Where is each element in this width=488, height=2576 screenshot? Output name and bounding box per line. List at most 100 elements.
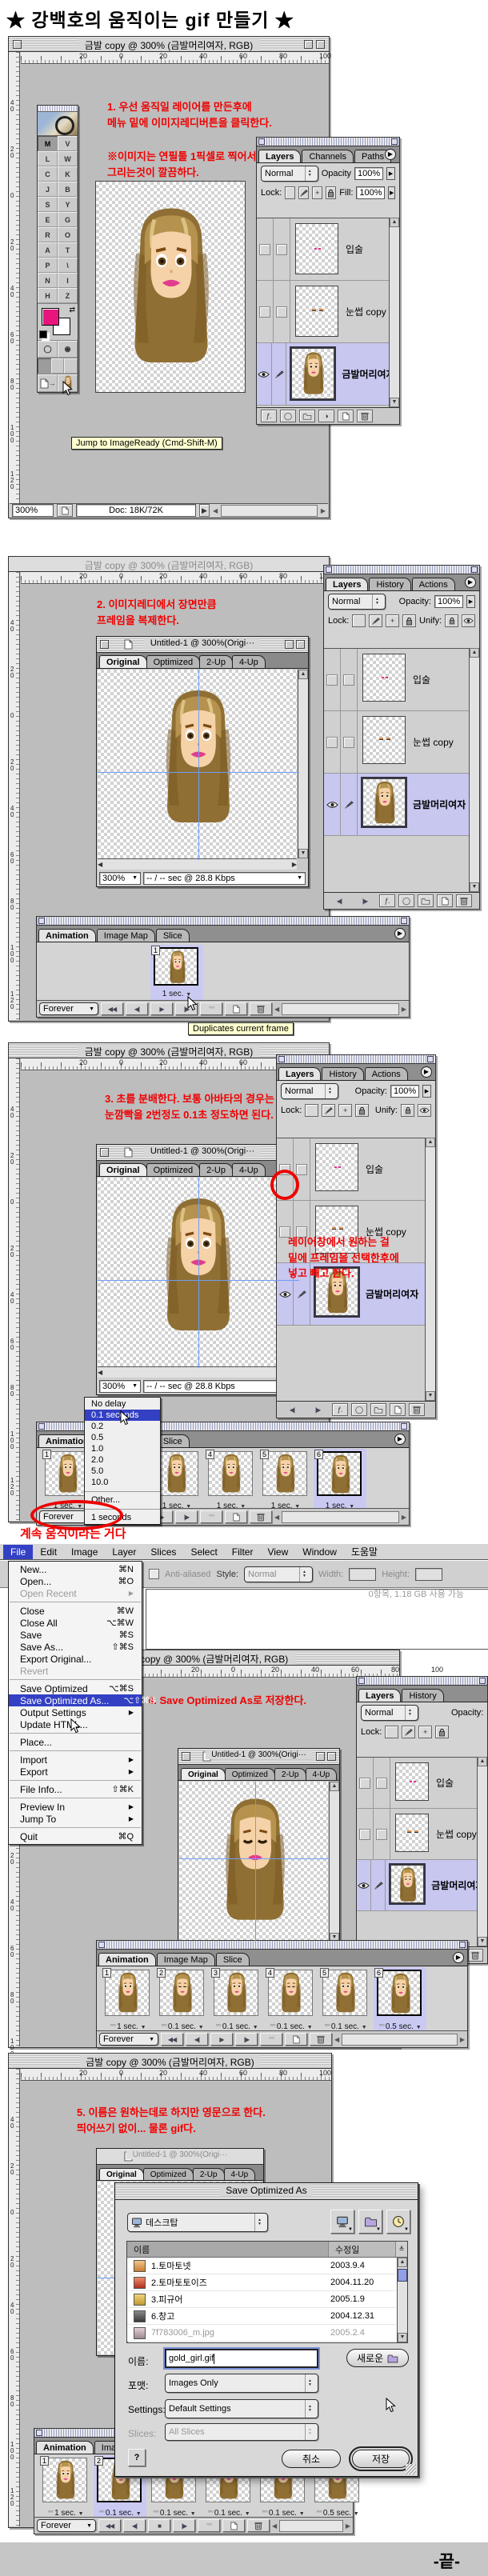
standard-mode-button[interactable]: ◯ — [38, 341, 58, 358]
duplicate-frame-button[interactable] — [285, 2033, 307, 2046]
new-layer-button[interactable] — [338, 410, 354, 422]
new-folder-button[interactable]: 새로운 — [346, 2349, 409, 2367]
animation-frame[interactable]: 6 °°°0.5 sec. ▼ — [374, 1967, 426, 2034]
palette-titlebar[interactable] — [277, 1055, 435, 1064]
tool-zoom-button[interactable]: Z — [58, 288, 78, 303]
play-button[interactable]: ▶ — [210, 2033, 233, 2046]
lock-all-icon[interactable] — [355, 1104, 369, 1117]
file-menu-item[interactable] — [9, 1599, 142, 1605]
visibility-toggle[interactable] — [324, 711, 341, 773]
unify-position-icon[interactable] — [401, 1104, 414, 1117]
tab-original[interactable]: Original — [181, 1768, 226, 1780]
layer-effects-button[interactable]: ƒ. — [332, 1403, 348, 1416]
frames-scrollbar[interactable] — [342, 2034, 458, 2046]
delete-frame-button[interactable] — [310, 2033, 332, 2046]
file-menu-item[interactable]: Open Recent — [9, 1587, 142, 1599]
collapse-box-icon[interactable] — [327, 1752, 336, 1761]
slices-select[interactable]: All Slices▲▼ — [165, 2423, 318, 2441]
visibility-toggle[interactable] — [257, 218, 274, 280]
play-button[interactable]: ▶ — [150, 1002, 173, 1015]
layer-row-lips[interactable]: 입술 — [257, 218, 389, 281]
image-canvas[interactable] — [95, 181, 246, 393]
menu-item[interactable]: Layer — [105, 1545, 143, 1559]
zoom-box-icon[interactable] — [285, 640, 294, 649]
palette-scrollbar[interactable]: ▲▼ — [469, 648, 479, 892]
file-menu-item[interactable]: Save Optimized As... ⌥⇧⌘S — [9, 1694, 142, 1706]
frames-scrollbar[interactable] — [282, 1511, 399, 1523]
file-menu-item[interactable]: Quit ⌘Q — [9, 1830, 142, 1842]
layer-name[interactable]: 금발머리여자 — [336, 367, 389, 381]
tab-actions[interactable]: Actions — [365, 1067, 408, 1080]
layer-name[interactable]: 눈썹 copy — [340, 305, 386, 318]
palette-menu-icon[interactable]: ▶ — [394, 928, 406, 939]
delay-menu-item[interactable]: 5.0 — [85, 1466, 160, 1477]
blend-mode-select[interactable]: Normal▲▼ — [361, 1705, 418, 1721]
close-box-icon[interactable] — [100, 640, 109, 649]
palette-menu-icon[interactable]: ▶ — [385, 149, 396, 160]
tab-optimized[interactable]: Optimized — [146, 1163, 201, 1176]
tween-button[interactable]: °°° — [200, 1002, 222, 1015]
close-box-icon[interactable] — [13, 40, 22, 49]
file-menu-item[interactable]: Import — [9, 1754, 142, 1766]
delete-layer-button[interactable] — [409, 1403, 425, 1416]
file-row[interactable]: 2.토마토토이즈 2004.11.20 — [127, 2274, 396, 2291]
window-titlebar[interactable]: 금발 copy @ 300% (금발머리여자, RGB) — [9, 557, 329, 572]
tab-history[interactable]: History — [402, 1689, 443, 1702]
layer-mask-button[interactable]: ◯ — [280, 410, 296, 422]
screen-mode-full-menu-button[interactable] — [51, 358, 65, 374]
layer-row-brows[interactable]: 눈썹 copy — [324, 711, 469, 774]
tween-button[interactable]: °°° — [198, 2519, 220, 2532]
doc-canvas[interactable] — [179, 1782, 328, 1942]
tween-button[interactable]: °°° — [260, 2033, 282, 2046]
palette-scrollbar[interactable]: ▲▼ — [425, 1138, 435, 1401]
animation-frame[interactable]: 6 1 sec. ▼ — [314, 1449, 366, 1513]
zoom-box-icon[interactable] — [316, 1752, 325, 1761]
tool-magic-wand-button[interactable]: W — [58, 151, 78, 166]
lock-all-icon[interactable] — [326, 186, 336, 199]
quickmask-mode-button[interactable]: ◉ — [58, 341, 78, 358]
menu-item[interactable]: Edit — [33, 1545, 64, 1559]
tab-original[interactable]: Original — [99, 1163, 147, 1176]
sort-order-icon[interactable]: ≜ — [395, 2242, 407, 2257]
layer-group-button[interactable] — [418, 894, 434, 907]
blend-mode-select[interactable]: Normal▲▼ — [261, 166, 318, 182]
first-frame-button[interactable]: ◀◀ — [101, 1002, 123, 1015]
unify-visibility-icon[interactable] — [418, 1104, 431, 1117]
menu-item[interactable]: Window — [295, 1545, 344, 1559]
animation-frame[interactable]: 1 1 sec. ▼ — [150, 945, 203, 1001]
shortcuts-button[interactable]: ▼ — [330, 2210, 354, 2234]
animation-frame[interactable]: 4 1 sec. ▼ — [205, 1449, 258, 1513]
menu-item[interactable]: Filter — [225, 1545, 261, 1559]
file-menu-item[interactable]: Save Optimized ⌥⌘S — [9, 1682, 142, 1694]
collapse-box-icon[interactable] — [296, 640, 305, 649]
zoom-level-field[interactable]: 300% — [12, 504, 54, 517]
screen-mode-full-button[interactable] — [64, 358, 78, 374]
layer-row-lips[interactable]: 입술 — [277, 1138, 425, 1201]
horizontal-scrollbar[interactable] — [221, 505, 318, 517]
layer-name[interactable]: 금발머리여자 — [407, 798, 466, 811]
layer-effects-button[interactable]: ƒ. — [379, 894, 395, 907]
new-layer-button[interactable] — [437, 894, 453, 907]
column-date[interactable]: 수정일 — [328, 2242, 395, 2257]
lock-all-icon[interactable] — [402, 614, 416, 627]
delay-menu-item[interactable] — [85, 1488, 160, 1492]
visibility-toggle-on[interactable] — [257, 343, 272, 405]
zoom-select[interactable]: 300%▼ — [99, 872, 141, 885]
file-menu-item[interactable]: Export — [9, 1766, 142, 1778]
loop-select[interactable]: Forever▼ — [99, 2033, 158, 2046]
width-field[interactable] — [349, 1568, 376, 1581]
location-select[interactable]: 데스크탑▲▼ — [127, 2213, 268, 2232]
new-layer-button[interactable] — [390, 1403, 406, 1416]
first-frame-button[interactable]: ◀◀ — [161, 2033, 183, 2046]
tab-original[interactable]: Original — [99, 655, 147, 668]
jump-source-icon[interactable]: → — [38, 374, 58, 392]
layer-name[interactable]: 금발머리여자 — [426, 1878, 477, 1892]
layer-mask-button[interactable]: ◯ — [398, 894, 414, 907]
doc-titlebar[interactable]: Untitled-1 @ 300%(Origi··· — [178, 1749, 339, 1765]
file-menu-item[interactable]: Revert — [9, 1665, 142, 1677]
file-list-header[interactable]: 이름 수정일 ≜ — [127, 2242, 407, 2258]
tool-gradient-button[interactable]: G — [58, 212, 78, 227]
menu-item[interactable]: Slices — [143, 1545, 183, 1559]
visibility-toggle[interactable] — [257, 281, 274, 342]
layer-row-brows[interactable]: 눈썹 copy — [257, 281, 389, 343]
